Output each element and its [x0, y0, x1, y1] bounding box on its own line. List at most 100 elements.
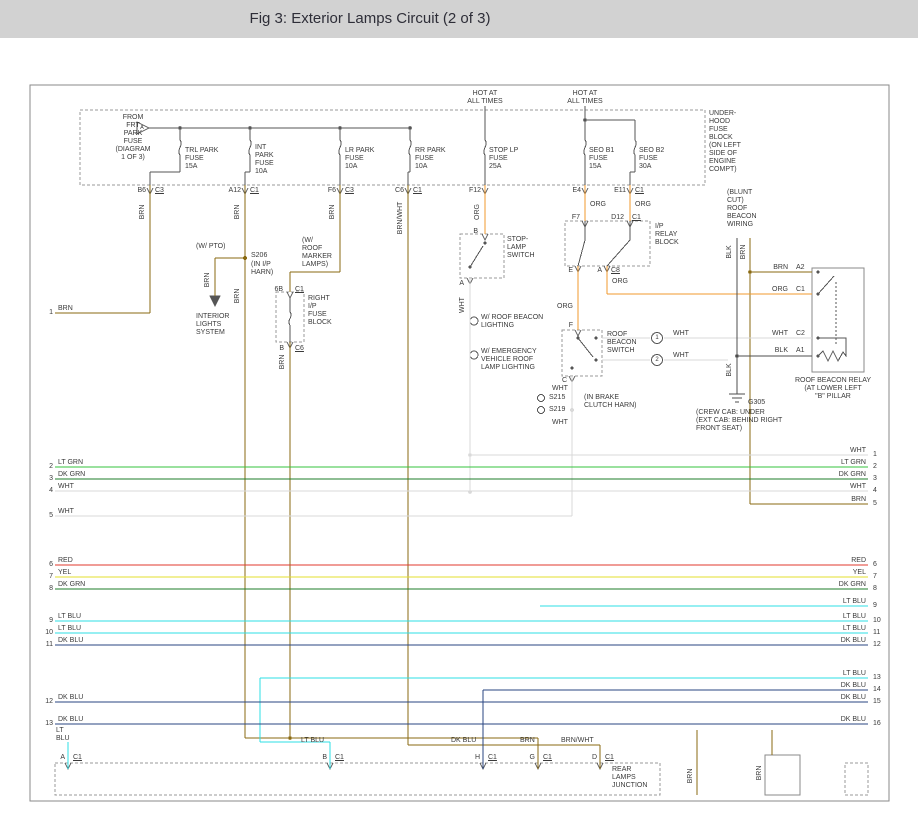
row-color-right-13: LT BLU — [843, 670, 866, 678]
lr-park-fuse-label: LR PARK FUSE 10A — [345, 147, 374, 171]
circuit-number-left-5: 5 — [49, 512, 53, 520]
roof-beacon-relay-outline — [812, 268, 864, 372]
wire-color-label-brn-wht: BRN/WHT — [561, 737, 594, 745]
connector-label-c3-2: C3 — [345, 187, 354, 195]
wire-color-label-blk: BLK — [726, 245, 734, 258]
row-color-right-5: BRN — [851, 496, 866, 504]
w-pto-option-label: (W/ PTO) — [196, 243, 225, 251]
wire-color-label-wht: WHT — [772, 330, 788, 338]
row-color-left-7: YEL — [58, 569, 71, 577]
connector-label-c1-7: C1 — [335, 754, 344, 762]
pin-label-f12: F12 — [469, 187, 481, 195]
underhood-fuse-block-label: UNDER- HOOD FUSE BLOCK (ON LEFT SIDE OF … — [709, 110, 741, 174]
wire-color-label-wht: WHT — [552, 385, 568, 393]
connector-label-c6: C6 — [295, 345, 304, 353]
wire-color-label-org: ORG — [772, 286, 788, 294]
int-park-fuse-label: INT PARK FUSE 10A — [255, 144, 274, 176]
wire-color-label-brn: BRN — [329, 205, 337, 220]
circuit-number-right-3: 3 — [873, 475, 877, 483]
trl-park-fuse-label: TRL PARK FUSE 15A — [185, 147, 218, 171]
wire-color-label-wht: WHT — [673, 352, 689, 360]
stop-lamp-switch-label: STOP- LAMP SWITCH — [507, 236, 535, 260]
clipped-component-outline — [845, 763, 868, 795]
row-color-left-3: DK GRN — [58, 471, 85, 479]
row-color-right-9: LT BLU — [843, 598, 866, 606]
circuit-number-left-13: 13 — [45, 720, 53, 728]
row-color-left-2: LT GRN — [58, 459, 83, 467]
wire-color-label-dk-blu: DK BLU — [451, 737, 476, 745]
connector-label-c1-5: C1 — [632, 214, 641, 222]
wht-wires — [55, 278, 868, 516]
row-color-left-11: DK BLU — [58, 637, 83, 645]
row-color-left-8: DK GRN — [58, 581, 85, 589]
dk-grn-wires — [55, 479, 868, 589]
row-color-right-11: LT BLU — [843, 625, 866, 633]
circuit-number-right-2: 2 — [873, 463, 877, 471]
row-color-left-1: BRN — [58, 305, 73, 313]
option-label-emergency-vehicle: W/ EMERGENCY VEHICLE ROOF LAMP LIGHTING — [481, 348, 537, 372]
wiring-diagram-page: Fig 3: Exterior Lamps Circuit (2 of 3) — [0, 0, 918, 820]
pin-label-a: A — [60, 754, 65, 762]
ip-relay-block-label: I/P RELAY BLOCK — [655, 223, 679, 247]
wire-color-label-brn: BRN — [139, 205, 147, 220]
splice-label-s215: S215 — [549, 394, 565, 402]
circuit-number-left-9: 9 — [49, 617, 53, 625]
wire-color-label-brn: BRN — [234, 205, 242, 220]
wire-color-label-brn: BRN — [740, 245, 748, 260]
circuit-number-right-9: 9 — [873, 602, 877, 610]
circuit-number-right-1: 1 — [873, 451, 877, 459]
ip-relay-block-outline — [565, 221, 650, 266]
connector-label-c1-9: C1 — [543, 754, 552, 762]
pin-label-6b: 6B — [274, 286, 283, 294]
wire-color-label-org: ORG — [474, 204, 482, 220]
seo-b2-fuse-label: SEO B2 FUSE 30A — [639, 147, 664, 171]
row-color-right-4: WHT — [850, 483, 866, 491]
wire-color-label-brn: BRN — [756, 766, 764, 781]
terminal-label-f: F — [569, 322, 573, 330]
row-color-right-12: DK BLU — [841, 637, 866, 645]
row-color-right-1: WHT — [850, 447, 866, 455]
circuit-number-right-15: 15 — [873, 698, 881, 706]
wire-color-label-wht: WHT — [459, 297, 467, 313]
pin-label-e: E — [568, 267, 573, 275]
wire-color-label-brn: BRN — [234, 289, 242, 304]
connector-label-c1-10: C1 — [605, 754, 614, 762]
terminal-label-a2: A2 — [796, 264, 805, 272]
connector-label-c1-2: C1 — [413, 187, 422, 195]
wire-color-label-brn-wht: BRN/WHT — [397, 202, 405, 235]
circuit-number-right-12: 12 — [873, 641, 881, 649]
brn-wires — [55, 185, 868, 795]
connector-label-c3: C3 — [155, 187, 164, 195]
terminal-label-a1: A1 — [796, 347, 805, 355]
pin-label-h: H — [475, 754, 480, 762]
pin-label-d: D — [592, 754, 597, 762]
row-color-right-14: DK BLU — [841, 682, 866, 690]
wire-color-label-lt-blu: LT BLU — [301, 737, 324, 745]
option-label-roof-beacon-lighting: W/ ROOF BEACON LIGHTING — [481, 314, 543, 330]
row-color-right-10: LT BLU — [843, 613, 866, 621]
splice-label-s219: S219 — [549, 406, 565, 414]
wire-color-label-org: ORG — [635, 201, 651, 209]
circled-number-2: 2 — [655, 356, 658, 364]
pin-label-c6: C6 — [395, 187, 404, 195]
connector-label-c1-8: C1 — [488, 754, 497, 762]
wire-color-label-org: ORG — [590, 201, 606, 209]
connector-label-c1-6: C1 — [73, 754, 82, 762]
connector-label-c1-4: C1 — [295, 286, 304, 294]
circuit-number-left-12: 12 — [45, 698, 53, 706]
wire-color-label-lt-blu: LT BLU — [56, 727, 70, 743]
pin-label-f6: F6 — [328, 187, 336, 195]
rear-lamps-junction-label: REAR LAMPS JUNCTION — [612, 766, 647, 790]
pin-label-e4: E4 — [572, 187, 581, 195]
wire-color-label-blk: BLK — [775, 347, 788, 355]
hot-at-all-times-label-1: HOT AT ALL TIMES — [467, 90, 502, 106]
wire-color-label-brn: BRN — [204, 273, 212, 288]
circuit-number-left-8: 8 — [49, 585, 53, 593]
circuit-number-left-1: 1 — [49, 309, 53, 317]
circuit-number-left-4: 4 — [49, 487, 53, 495]
blunt-cut-roof-beacon-wiring-label: (BLUNT CUT) ROOF BEACON WIRING — [727, 189, 757, 229]
wire-color-label-wht: WHT — [673, 330, 689, 338]
pin-label-b6: B6 — [137, 187, 146, 195]
circuit-number-right-5: 5 — [873, 500, 877, 508]
arrow-a-label: A — [140, 124, 144, 132]
